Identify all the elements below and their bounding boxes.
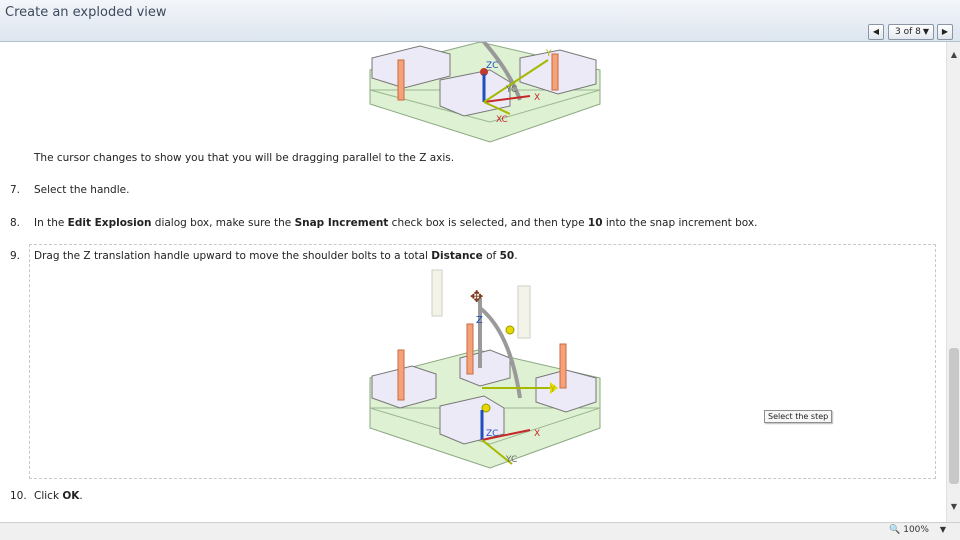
right-triangle-icon: ▶	[941, 27, 949, 36]
chevron-down-icon: ▼	[922, 27, 929, 36]
help-content: ZC Y YC X XC The cursor changes to show …	[0, 42, 946, 522]
scroll-up-arrow-icon[interactable]: ▲	[947, 48, 960, 62]
page-indicator: 3 of 8	[895, 27, 921, 37]
zc-label: ZC	[486, 61, 498, 71]
zoom-icon: 🔍	[889, 525, 901, 535]
page-dropdown[interactable]: 3 of 8 ▼	[888, 24, 934, 40]
move-cursor-icon: ✥	[470, 287, 484, 306]
yc-label: YC	[505, 85, 517, 95]
step-number: 9.	[10, 250, 21, 262]
scroll-down-arrow-icon[interactable]: ▼	[947, 500, 960, 514]
x-label: X	[534, 429, 540, 439]
xc-label: XC	[496, 115, 508, 125]
step-number: 10.	[10, 490, 27, 502]
z-label: Z	[476, 315, 483, 326]
step-text: Drag the Z translation handle upward to …	[34, 250, 518, 262]
zoom-level: 100%	[903, 525, 929, 535]
x-label: X	[534, 93, 540, 103]
left-triangle-icon: ◀	[872, 27, 880, 36]
help-window: Create an exploded view ◀ 3 of 8 ▼ ▶ ZC …	[0, 0, 960, 540]
y-label: Y	[549, 385, 556, 395]
step-number: 8.	[10, 217, 21, 229]
intro-paragraph: The cursor changes to show you that you …	[34, 152, 455, 164]
next-page-button[interactable]: ▶	[937, 24, 953, 40]
status-bar: 🔍 100% ▼	[0, 522, 960, 540]
step-tooltip: Select the step	[764, 410, 833, 423]
chevron-down-icon: ▼	[939, 525, 946, 534]
zc-label: ZC	[486, 429, 498, 439]
yc-label: YC	[505, 455, 517, 465]
exploded-view-figure-top: ZC Y YC X XC	[369, 42, 601, 143]
scroll-thumb[interactable]	[949, 348, 959, 484]
zoom-control[interactable]: 🔍 100% ▼	[889, 525, 946, 535]
step-text: Select the handle.	[34, 184, 130, 196]
window-title: Create an exploded view	[5, 5, 167, 20]
previous-page-button[interactable]: ◀	[868, 24, 884, 40]
y-label: Y	[545, 49, 552, 59]
vertical-scrollbar[interactable]: ▲ ▼	[946, 42, 960, 522]
step-number: 7.	[10, 184, 21, 196]
title-bar: Create an exploded view ◀ 3 of 8 ▼ ▶	[0, 0, 960, 42]
step-text: In the Edit Explosion dialog box, make s…	[34, 217, 758, 229]
step-text: Click OK.	[34, 490, 83, 502]
